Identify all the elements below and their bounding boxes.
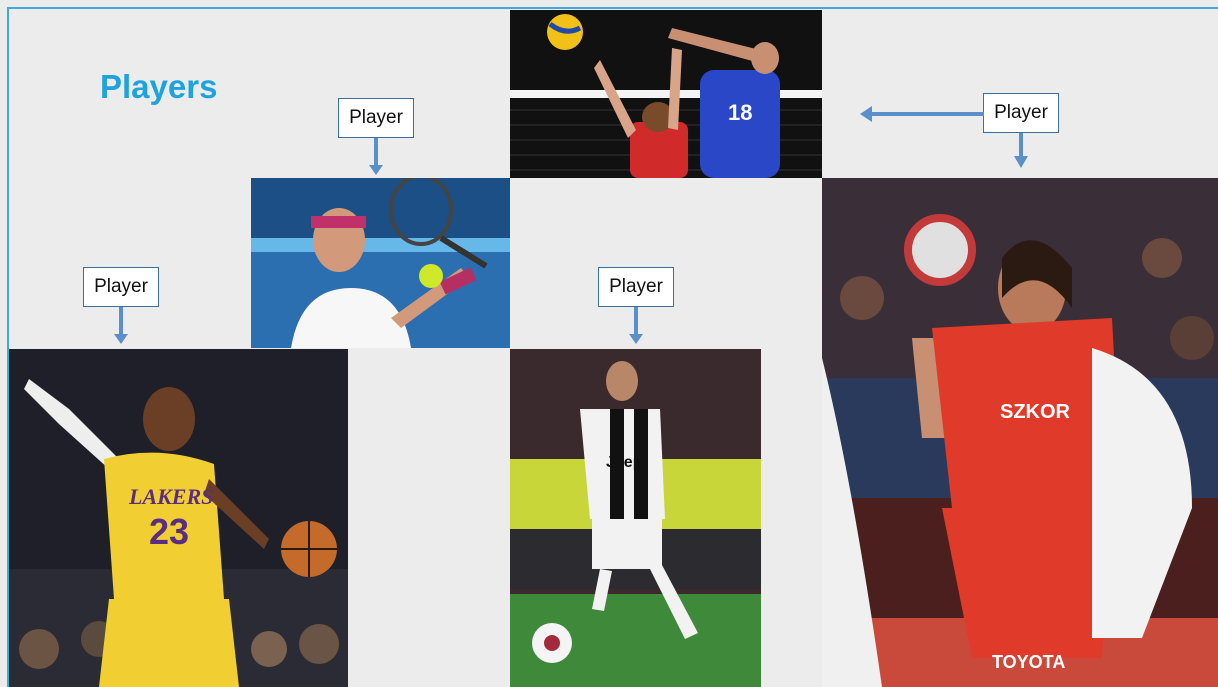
player-label-soccer-text: Player bbox=[609, 276, 663, 297]
handball-sponsor-a: SZKOR bbox=[1000, 401, 1071, 423]
slide: Players 18 LAKERS 23 Jeep SZKOR TOYOTA P… bbox=[0, 0, 1218, 687]
arrow-down-tennis bbox=[369, 138, 383, 175]
handball-sponsor-b: TOYOTA bbox=[992, 652, 1065, 672]
arrow-down-basketball bbox=[114, 307, 128, 344]
player-label-basketball: Player bbox=[83, 267, 159, 307]
arrow-left-volleyball bbox=[860, 106, 984, 122]
volleyball-photo: 18 bbox=[510, 10, 822, 178]
basketball-number: 23 bbox=[149, 511, 189, 552]
handball-photo: SZKOR TOYOTA bbox=[822, 178, 1218, 687]
soccer-photo: Jeep bbox=[510, 349, 761, 687]
player-label-tennis-text: Player bbox=[349, 107, 403, 128]
player-label-tennis: Player bbox=[338, 98, 414, 138]
player-label-handball: Player bbox=[983, 93, 1059, 133]
soccer-sponsor: Jeep bbox=[606, 454, 643, 471]
basketball-jersey-text: LAKERS bbox=[128, 484, 213, 509]
player-label-soccer: Player bbox=[598, 267, 674, 307]
tennis-photo bbox=[251, 178, 510, 348]
volleyball-number: 18 bbox=[728, 100, 752, 125]
arrow-down-soccer bbox=[629, 307, 643, 344]
player-label-basketball-text: Player bbox=[94, 276, 148, 297]
basketball-photo: LAKERS 23 bbox=[9, 349, 348, 687]
arrow-down-handball bbox=[1014, 133, 1028, 168]
player-label-handball-text: Player bbox=[994, 102, 1048, 123]
slide-title: Players bbox=[100, 68, 218, 105]
